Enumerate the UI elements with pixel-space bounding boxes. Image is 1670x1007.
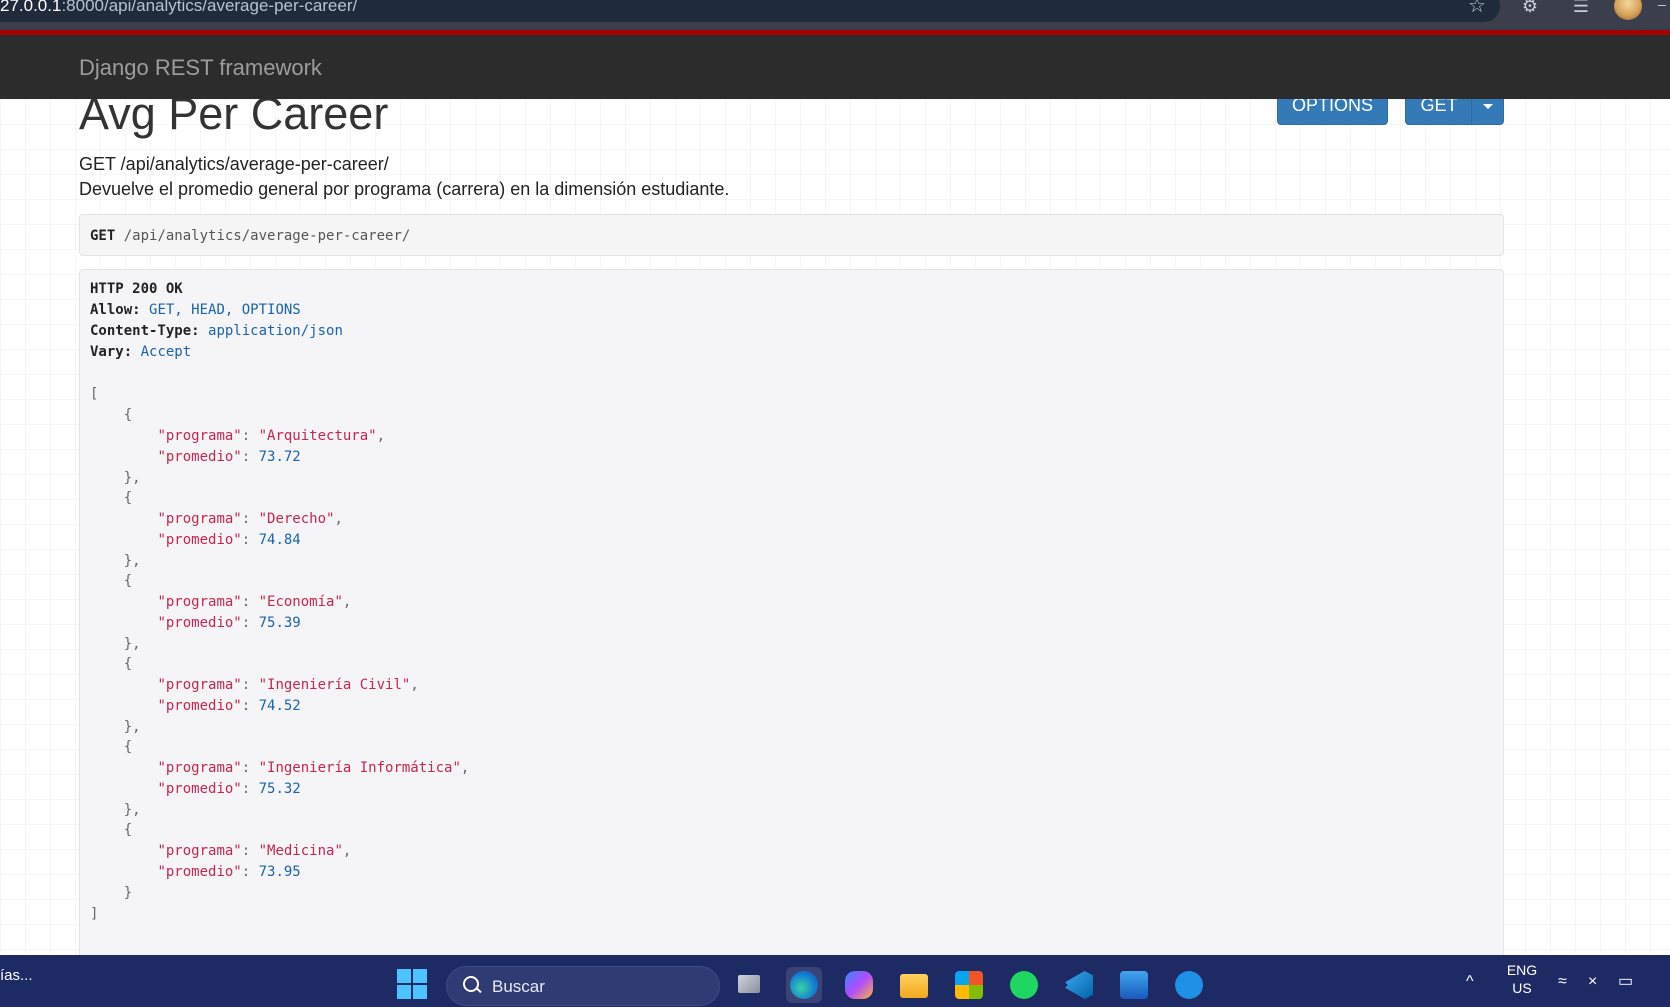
json-open-bracket: [ [90, 386, 99, 402]
chevron-down-icon [1483, 104, 1493, 109]
star-icon[interactable]: ☆ [1466, 0, 1488, 17]
battery-icon[interactable]: ▭ [1618, 973, 1633, 991]
docker-icon[interactable] [1171, 967, 1207, 1003]
windows-start-icon[interactable] [397, 969, 427, 999]
taskbar: ías... Buscar ^ ENG US ≈ × ▭ [0, 955, 1670, 1007]
json-close-bracket: ] [90, 906, 99, 922]
json-row: "programa": "Medicina", [157, 843, 352, 859]
json-row: "promedio": 75.32 [157, 781, 301, 797]
brand-link[interactable]: Django REST framework [79, 55, 322, 81]
request-summary: GET /api/analytics/average-per-career/ [79, 154, 389, 174]
request-method: GET [90, 228, 116, 244]
search-icon [463, 976, 481, 994]
options-button[interactable]: OPTIONS [1277, 99, 1388, 125]
response-header: Content-Type: application/json [90, 323, 343, 339]
json-row: "promedio": 73.72 [157, 449, 301, 465]
chevron-up-icon[interactable]: ^ [1466, 973, 1474, 991]
json-row: "promedio": 75.39 [157, 615, 301, 631]
extensions-icon[interactable]: ⚙ [1519, 0, 1541, 17]
json-row: "programa": "Arquitectura", [157, 428, 386, 444]
browser-toolbar: 27.0.0.1:8000/api/analytics/average-per-… [0, 0, 1670, 30]
vscode-icon[interactable] [1061, 967, 1097, 1003]
volume-muted-icon[interactable]: × [1588, 973, 1597, 991]
request-info: GET /api/analytics/average-per-career/ [79, 214, 1504, 256]
wifi-icon[interactable]: ≈ [1558, 973, 1567, 991]
response-info: HTTP 200 OK Allow: GET, HEAD, OPTIONS Co… [79, 269, 1504, 955]
json-row: "programa": "Ingeniería Informática", [157, 760, 470, 776]
edge-icon[interactable] [786, 967, 822, 1003]
page-title: Avg Per Career [79, 99, 389, 139]
address-host: 27.0.0.1 [0, 0, 62, 15]
address-path: :8000/api/analytics/average-per-career/ [61, 0, 358, 15]
language-indicator[interactable]: ENG US [1500, 961, 1544, 997]
response-status: HTTP 200 OK [90, 281, 183, 297]
more-icon[interactable]: – [1658, 0, 1666, 12]
address-url[interactable]: 27.0.0.1:8000/api/analytics/average-per-… [0, 0, 357, 18]
response-header: Vary: Accept [90, 344, 192, 360]
copilot-icon[interactable] [841, 967, 877, 1003]
endpoint-description: Devuelve el promedio general por program… [79, 179, 730, 199]
search-placeholder: Buscar [492, 977, 545, 996]
task-view-icon[interactable] [732, 967, 768, 1003]
json-row: "promedio": 73.95 [157, 864, 301, 880]
file-explorer-icon[interactable] [896, 967, 932, 1003]
get-button[interactable]: GET [1405, 99, 1473, 125]
main-content: Avg Per Career OPTIONS GET GET /api/anal… [0, 99, 1670, 955]
microsoft-store-icon[interactable] [951, 967, 987, 1003]
json-row: "programa": "Derecho", [157, 511, 343, 527]
word-icon[interactable] [1116, 967, 1152, 1003]
profile-avatar[interactable] [1614, 0, 1642, 20]
response-header: Allow: GET, HEAD, OPTIONS [90, 302, 301, 318]
json-row: "programa": "Economía", [157, 594, 352, 610]
json-row: "promedio": 74.84 [157, 532, 301, 548]
weather-widget[interactable]: ías... [0, 967, 33, 984]
navbar: Django REST framework [0, 35, 1670, 99]
reading-list-icon[interactable]: ☰ [1570, 0, 1592, 17]
json-row: "promedio": 74.52 [157, 698, 301, 714]
taskbar-search[interactable]: Buscar [446, 966, 720, 1006]
json-row: "programa": "Ingeniería Civil", [157, 677, 419, 693]
spotify-icon[interactable] [1006, 967, 1042, 1003]
get-format-dropdown[interactable] [1471, 99, 1504, 125]
request-path: /api/analytics/average-per-career/ [123, 228, 411, 244]
